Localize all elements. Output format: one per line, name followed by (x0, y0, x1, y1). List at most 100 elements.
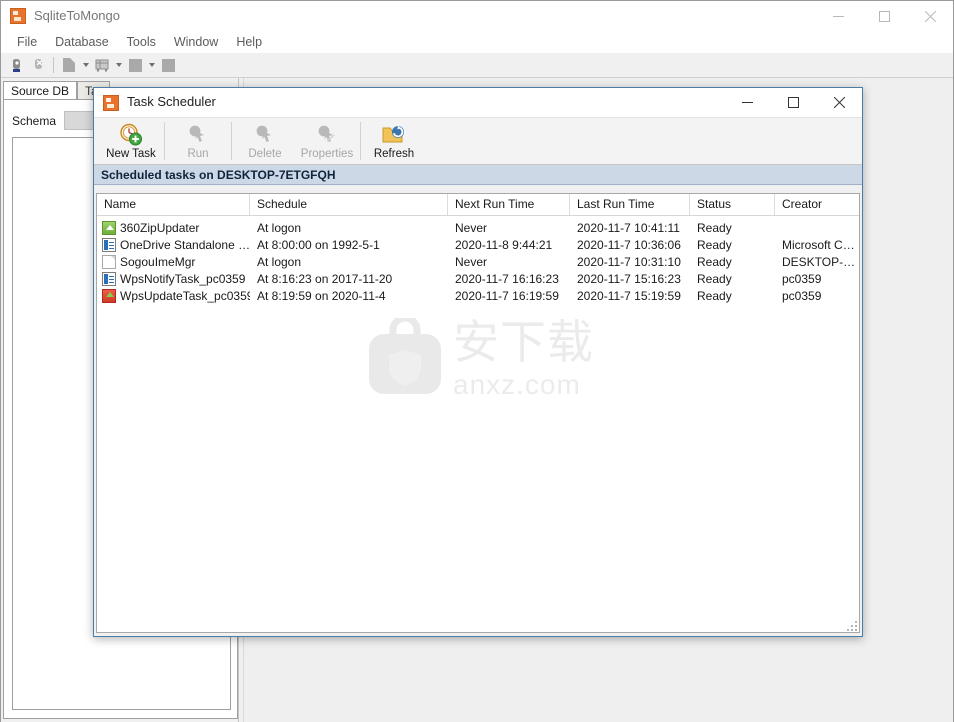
key-properties-icon (315, 122, 339, 146)
resize-grip[interactable] (847, 621, 859, 633)
table-row[interactable]: 360ZipUpdater At logon Never 2020-11-7 1… (97, 219, 859, 236)
column-header-last-run[interactable]: Last Run Time (570, 194, 690, 215)
cell-creator: Microsoft Cor… (782, 237, 859, 252)
dialog-title: Task Scheduler (127, 94, 216, 109)
refresh-label: Refresh (373, 148, 415, 160)
cell-creator: pc0359 (782, 271, 822, 286)
column-header-next-run[interactable]: Next Run Time (448, 194, 570, 215)
cell-last-run: 2020-11-7 10:31:10 (577, 254, 681, 269)
square-icon[interactable] (124, 55, 146, 76)
chevron-down-icon[interactable] (113, 55, 124, 76)
cell-creator: DESKTOP-7E… (782, 254, 859, 269)
maximize-icon[interactable] (861, 1, 907, 31)
menu-item-database[interactable]: Database (46, 33, 118, 51)
menu-item-window[interactable]: Window (165, 33, 227, 51)
cell-name: OneDrive Standalone … (97, 237, 250, 252)
dialog-toolbar: New Task Run Delete Properties Refresh (94, 118, 862, 165)
cell-last-run: 2020-11-7 15:19:59 (577, 288, 681, 303)
run-label: Run (187, 148, 209, 160)
status-badge: Ready (697, 288, 732, 303)
delete-button[interactable]: Delete (234, 119, 296, 163)
update-arrow-icon (102, 288, 116, 303)
table-row[interactable]: WpsUpdateTask_pc0359 At 8:19:59 on 2020-… (97, 287, 859, 304)
status-badge: Ready (697, 271, 732, 286)
document-icon[interactable] (58, 55, 80, 76)
delete-label: Delete (248, 148, 282, 160)
cell-name: WpsUpdateTask_pc0359 (97, 288, 250, 303)
key-delete-icon (253, 122, 277, 146)
toolbar-separator (231, 122, 232, 160)
cell-next-run: Never (455, 220, 488, 235)
cell-next-run: 2020-11-7 16:19:59 (455, 288, 559, 303)
main-toolbar (1, 53, 953, 78)
task-name: OneDrive Standalone … (120, 237, 250, 252)
menu-item-help[interactable]: Help (227, 33, 271, 51)
column-header-creator[interactable]: Creator (775, 194, 859, 215)
page-icon (102, 254, 116, 269)
chevron-down-icon[interactable] (80, 55, 91, 76)
app-icon (103, 95, 119, 111)
scheduled-tasks-banner: Scheduled tasks on DESKTOP-7ETGFQH (94, 165, 862, 185)
toolbar-separator (360, 122, 361, 160)
task-name: SogouImeMgr (120, 254, 196, 269)
task-name: WpsNotifyTask_pc0359 (120, 271, 246, 286)
cell-schedule: At logon (257, 254, 302, 269)
main-window-controls (815, 1, 953, 31)
new-task-button[interactable]: New Task (100, 119, 162, 163)
close-icon[interactable] (907, 1, 953, 31)
cell-creator: pc0359 (782, 288, 822, 303)
chevron-down-icon[interactable] (146, 55, 157, 76)
cell-next-run: Never (455, 254, 488, 269)
close-icon[interactable] (816, 88, 862, 117)
table-row[interactable]: WpsNotifyTask_pc0359 At 8:16:23 on 2017-… (97, 270, 859, 287)
app-icon (10, 8, 26, 24)
table-icon[interactable] (91, 55, 113, 76)
info-icon (102, 237, 116, 252)
dialog-title-bar: Task Scheduler (94, 88, 862, 118)
cell-schedule: At 8:16:23 on 2017-11-20 (257, 271, 393, 286)
main-title-bar: SqliteToMongo (1, 1, 953, 31)
connect-source-icon[interactable] (5, 55, 27, 76)
task-scheduler-dialog: Task Scheduler New Task Run Delete Prope… (93, 87, 863, 637)
table-row[interactable]: OneDrive Standalone … At 8:00:00 on 1992… (97, 236, 859, 253)
cell-name: SogouImeMgr (97, 254, 250, 269)
menu-item-file[interactable]: File (8, 33, 46, 51)
toolbar-separator (53, 57, 54, 73)
cell-schedule: At logon (257, 220, 302, 235)
folder-refresh-icon (382, 122, 406, 146)
tab-source-db[interactable]: Source DB (3, 81, 78, 100)
home-icon (102, 220, 116, 235)
column-header-schedule[interactable]: Schedule (250, 194, 448, 215)
cell-next-run: 2020-11-8 9:44:21 (455, 237, 553, 252)
column-header-status[interactable]: Status (690, 194, 775, 215)
properties-label: Properties (300, 148, 354, 160)
task-name: 360ZipUpdater (120, 220, 200, 235)
info-icon (102, 271, 116, 286)
menu-bar: File Database Tools Window Help (1, 31, 953, 53)
page-title: SqliteToMongo (34, 8, 120, 23)
disconnect-icon[interactable] (27, 55, 49, 76)
status-badge: Ready (697, 254, 732, 269)
status-badge: Ready (697, 220, 732, 235)
column-header-name[interactable]: Name (97, 194, 250, 215)
status-badge: Ready (697, 237, 732, 252)
minimize-icon[interactable] (815, 1, 861, 31)
key-run-icon (186, 122, 210, 146)
run-button[interactable]: Run (167, 119, 229, 163)
menu-item-tools[interactable]: Tools (118, 33, 165, 51)
table-row[interactable]: SogouImeMgr At logon Never 2020-11-7 10:… (97, 253, 859, 270)
cell-schedule: At 8:19:59 on 2020-11-4 (257, 288, 386, 303)
cell-name: 360ZipUpdater (97, 220, 250, 235)
properties-button[interactable]: Properties (296, 119, 358, 163)
stop-icon[interactable] (157, 55, 179, 76)
cell-last-run: 2020-11-7 15:16:23 (577, 271, 681, 286)
minimize-icon[interactable] (724, 88, 770, 117)
dialog-window-controls (724, 88, 862, 118)
cell-last-run: 2020-11-7 10:41:11 (577, 220, 680, 235)
refresh-button[interactable]: Refresh (363, 119, 425, 163)
table-header-row: Name Schedule Next Run Time Last Run Tim… (97, 194, 859, 216)
task-name: WpsUpdateTask_pc0359 (120, 288, 250, 303)
toolbar-separator (164, 122, 165, 160)
maximize-icon[interactable] (770, 88, 816, 117)
application-window: SqliteToMongo File Database Tools Window… (0, 0, 954, 722)
